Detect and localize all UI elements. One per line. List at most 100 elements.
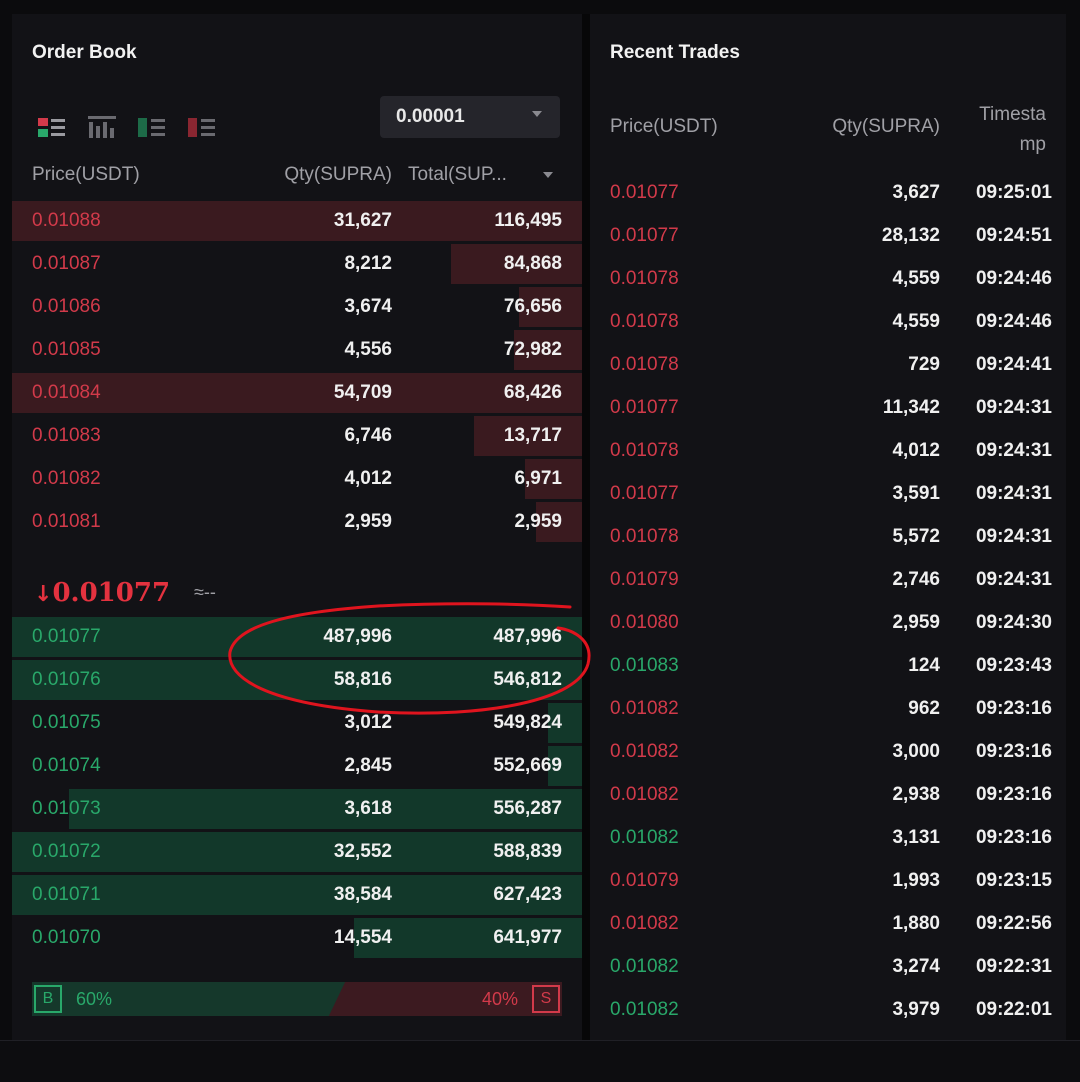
bid-row[interactable]: 0.01073 3,618 556,287 [12, 789, 582, 829]
rt-header-timestamp-line2: mp [1019, 134, 1046, 155]
trade-row: 0.01079 2,746 09:24:31 [590, 559, 1066, 601]
ob-header-qty: Qty(SUPRA) [284, 164, 392, 185]
ask-row[interactable]: 0.01081 2,959 2,959 [12, 502, 582, 542]
buy-sell-ratio: B 60% 40% S [32, 982, 562, 1016]
bid-qty: 14,554 [333, 927, 392, 948]
bid-qty: 3,618 [344, 798, 392, 819]
trade-time: 09:24:31 [975, 483, 1052, 504]
ask-total: 68,426 [503, 382, 562, 403]
ask-row[interactable]: 0.01087 8,212 84,868 [12, 244, 582, 284]
trade-time: 09:24:31 [975, 440, 1052, 461]
ask-qty: 54,709 [333, 382, 392, 403]
recent-trades-title: Recent Trades [610, 42, 740, 63]
ask-row[interactable]: 0.01084 54,709 68,426 [12, 373, 582, 413]
trade-price: 0.01079 [610, 870, 679, 891]
trade-row: 0.01078 729 09:24:41 [590, 344, 1066, 386]
sell-ratio-bar [328, 982, 562, 1016]
trade-time: 09:22:56 [975, 913, 1052, 934]
bid-row[interactable]: 0.01077 487,996 487,996 [12, 617, 582, 657]
trade-row: 0.01078 5,572 09:24:31 [590, 516, 1066, 558]
buy-percent: 60% [76, 989, 113, 1009]
ask-total: 72,982 [503, 339, 562, 360]
trade-price: 0.01078 [610, 268, 679, 289]
trade-time: 09:24:46 [975, 268, 1052, 289]
ask-total: 13,717 [503, 425, 562, 446]
depth-icon[interactable] [88, 116, 116, 140]
bid-qty: 32,552 [333, 841, 392, 862]
bid-total: 546,812 [493, 669, 562, 690]
trade-time: 09:24:41 [975, 354, 1052, 375]
trade-price: 0.01082 [610, 956, 679, 977]
trade-price: 0.01082 [610, 827, 679, 848]
bid-price: 0.01074 [32, 755, 101, 776]
ask-price: 0.01085 [32, 339, 101, 360]
trade-qty: 28,132 [881, 225, 940, 246]
ask-row[interactable]: 0.01085 4,556 72,982 [12, 330, 582, 370]
bid-total: 641,977 [493, 927, 562, 948]
trade-qty: 4,559 [892, 268, 940, 289]
ask-qty: 6,746 [344, 425, 392, 446]
ask-price: 0.01081 [32, 511, 101, 532]
bid-price: 0.01070 [32, 927, 101, 948]
bid-row[interactable]: 0.01070 14,554 641,977 [12, 918, 582, 958]
trade-row: 0.01082 2,938 09:23:16 [590, 774, 1066, 816]
trade-price: 0.01077 [610, 397, 679, 418]
trade-row: 0.01078 4,559 09:24:46 [590, 301, 1066, 343]
bid-qty: 3,012 [344, 712, 392, 733]
bid-row[interactable]: 0.01075 3,012 549,824 [12, 703, 582, 743]
recent-trades-panel: Recent Trades Price(USDT) Qty(SUPRA) Tim… [590, 14, 1066, 1040]
bid-row[interactable]: 0.01076 58,816 546,812 [12, 660, 582, 700]
bid-row[interactable]: 0.01072 32,552 588,839 [12, 832, 582, 872]
both-icon[interactable] [38, 116, 66, 140]
ask-qty: 31,627 [333, 210, 392, 231]
ask-price: 0.01083 [32, 425, 101, 446]
trade-row: 0.01082 3,000 09:23:16 [590, 731, 1066, 773]
bid-row[interactable]: 0.01071 38,584 627,423 [12, 875, 582, 915]
trade-qty: 1,880 [892, 913, 940, 934]
trade-row: 0.01079 1,993 09:23:15 [590, 860, 1066, 902]
ask-qty: 3,674 [344, 296, 392, 317]
trade-price: 0.01083 [610, 655, 679, 676]
ask-qty: 8,212 [344, 253, 392, 274]
ask-row[interactable]: 0.01082 4,012 6,971 [12, 459, 582, 499]
trade-qty: 3,274 [892, 956, 940, 977]
trade-time: 09:24:46 [975, 311, 1052, 332]
trade-qty: 3,000 [892, 741, 940, 762]
ask-row[interactable]: 0.01088 31,627 116,495 [12, 201, 582, 241]
trade-time: 09:24:31 [975, 397, 1052, 418]
trade-row: 0.01077 28,132 09:24:51 [590, 215, 1066, 257]
bid-price: 0.01077 [32, 626, 101, 647]
trade-price: 0.01078 [610, 311, 679, 332]
bid-row[interactable]: 0.01074 2,845 552,669 [12, 746, 582, 786]
trade-qty: 124 [908, 655, 940, 676]
trade-row: 0.01083 124 09:23:43 [590, 645, 1066, 687]
bid-total: 556,287 [493, 798, 562, 819]
trade-qty: 962 [908, 698, 940, 719]
bid-qty: 58,816 [333, 669, 392, 690]
trade-row: 0.01082 3,131 09:23:16 [590, 817, 1066, 859]
ask-row[interactable]: 0.01083 6,746 13,717 [12, 416, 582, 456]
bids-icon[interactable] [138, 116, 166, 140]
ob-header-total[interactable]: Total(SUP... [408, 164, 507, 186]
trade-time: 09:23:43 [975, 655, 1052, 676]
asks-icon[interactable] [188, 116, 216, 140]
ask-total: 6,971 [514, 468, 562, 489]
ask-row[interactable]: 0.01086 3,674 76,656 [12, 287, 582, 327]
trade-time: 09:24:31 [975, 569, 1052, 590]
trade-price: 0.01082 [610, 999, 679, 1020]
precision-select[interactable]: 0.00001 [380, 96, 560, 138]
trade-qty: 2,746 [892, 569, 940, 590]
trade-time: 09:23:16 [975, 827, 1052, 848]
trade-qty: 1,993 [892, 870, 940, 891]
trade-time: 09:23:16 [975, 741, 1052, 762]
rt-header-timestamp-line1: Timesta [979, 104, 1046, 125]
trade-qty: 2,938 [892, 784, 940, 805]
chevron-down-icon[interactable] [543, 172, 553, 178]
trade-price: 0.01078 [610, 526, 679, 547]
arrow-down-icon: ↓ [34, 582, 53, 607]
trade-qty: 3,979 [892, 999, 940, 1020]
trade-qty: 2,959 [892, 612, 940, 633]
trade-time: 09:23:16 [975, 784, 1052, 805]
trade-row: 0.01080 2,959 09:24:30 [590, 602, 1066, 644]
order-book-title: Order Book [32, 42, 137, 63]
